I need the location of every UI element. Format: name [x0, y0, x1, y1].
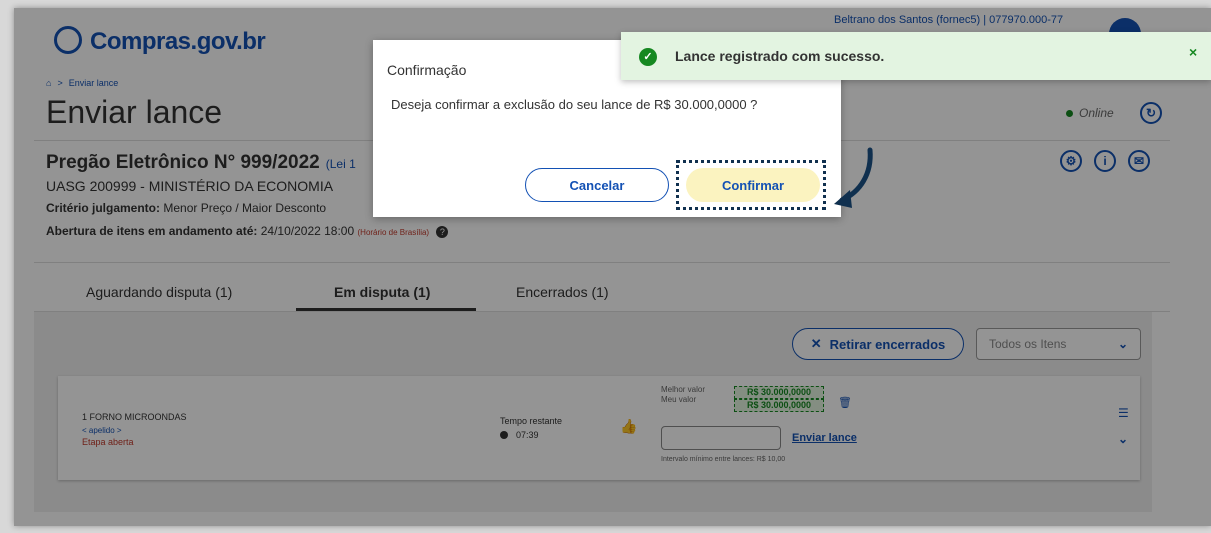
- close-icon[interactable]: ×: [1189, 44, 1197, 60]
- cancel-button[interactable]: Cancelar: [525, 168, 669, 202]
- browser-frame: Compras.gov.br Beltrano dos Santos (forn…: [14, 8, 1211, 526]
- dialog-title: Confirmação: [387, 62, 467, 78]
- success-toast: ✓ Lance registrado com sucesso. ×: [621, 32, 1211, 80]
- toast-message: Lance registrado com sucesso.: [675, 48, 885, 64]
- dialog-message: Deseja confirmar a exclusão do seu lance…: [391, 97, 758, 112]
- pointer-arrow-icon: [834, 147, 873, 208]
- highlight-box: [676, 160, 826, 210]
- check-icon: ✓: [639, 48, 657, 66]
